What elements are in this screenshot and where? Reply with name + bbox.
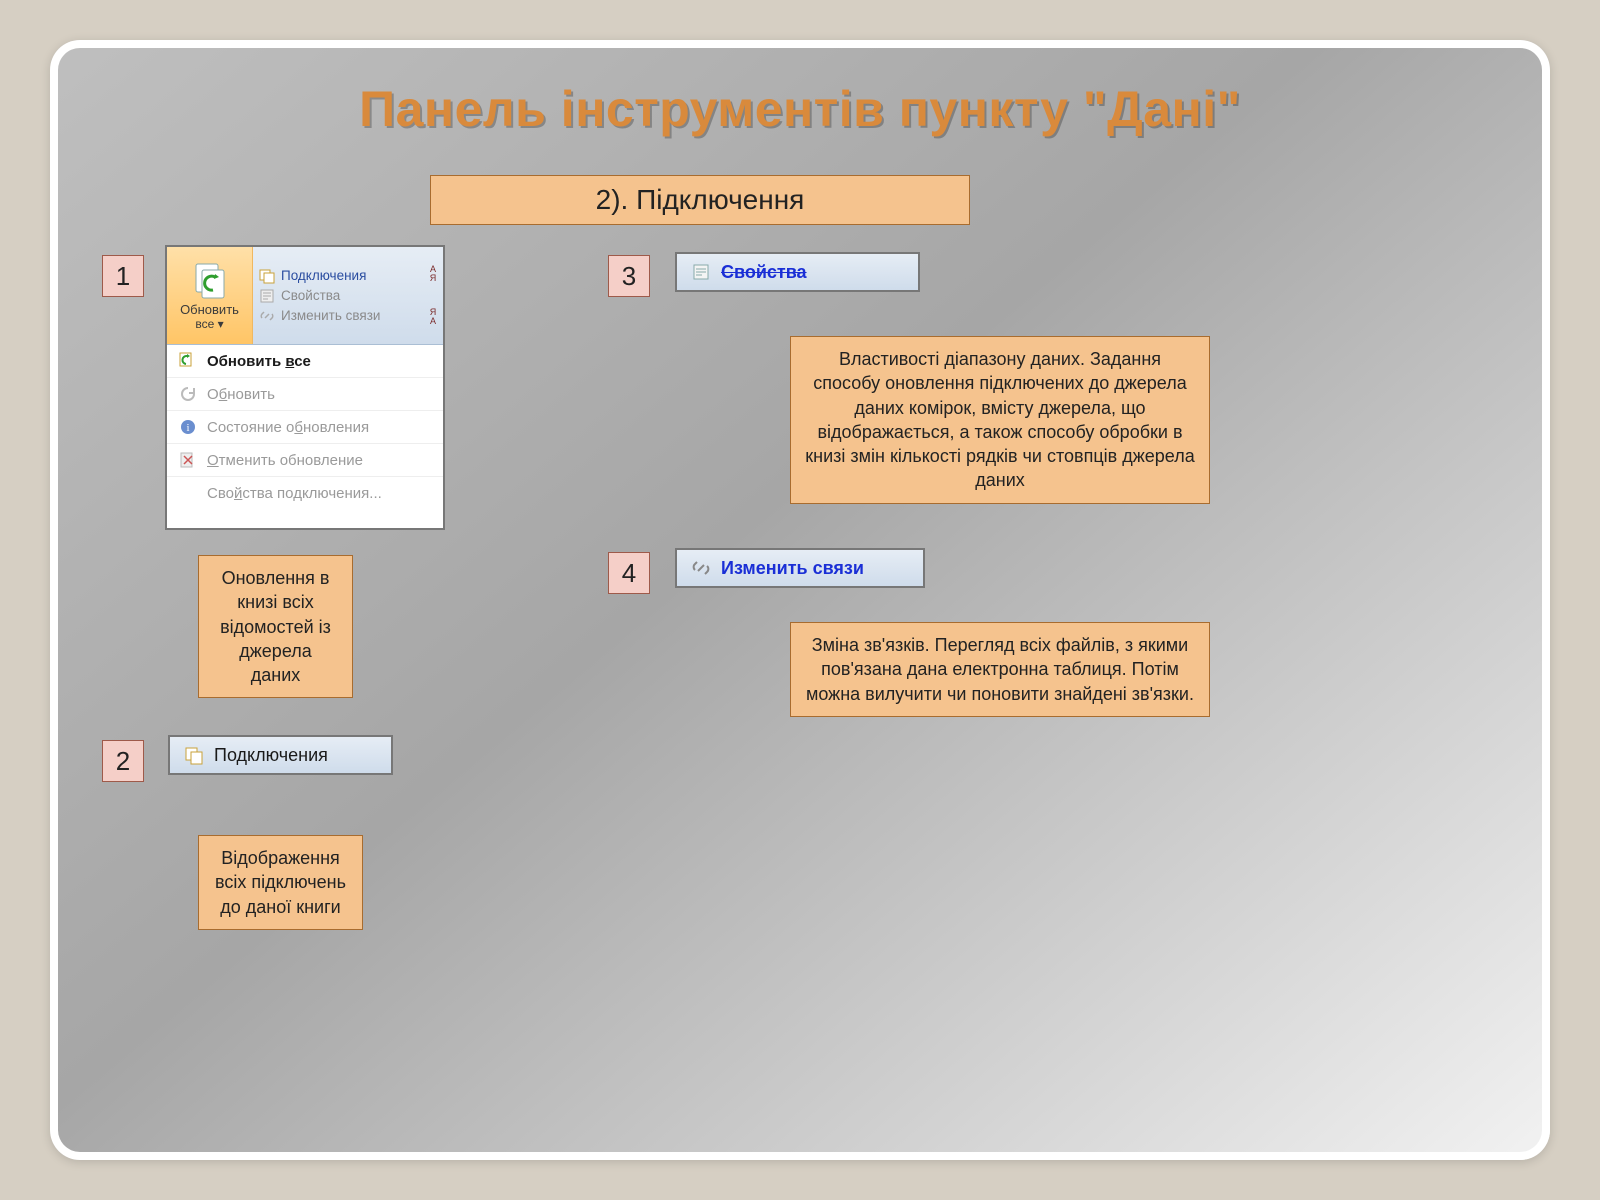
menu-refresh-label: Обновить [207,386,275,403]
sort-za-icon: ЯА [426,308,440,326]
properties-button[interactable]: Свойства [675,252,920,292]
link-icon [691,558,711,578]
menu-connection-properties[interactable]: Свойства подключения... [167,476,443,509]
sort-az-icon: АЯ [426,265,440,283]
ribbon-top: Обновить все ▾ Подключения Свойства [167,247,443,345]
refresh-all-label-2: все ▾ [195,317,223,331]
refresh-menu-icon [179,385,197,403]
badge-3-text: 3 [622,261,636,292]
description-4: Зміна зв'язків. Перегляд всіх файлів, з … [790,622,1210,717]
badge-4: 4 [608,552,650,594]
properties-icon [691,262,711,282]
sort-strip: АЯ ЯА [426,253,440,338]
refresh-dropdown-menu: Обновить все Обновить i Состояние обновл… [167,345,443,509]
menu-cancel-refresh-label: Отменить обновление [207,452,363,469]
connections-icon [259,268,275,284]
subtitle-text: 2). Підключення [596,184,805,216]
connections-button[interactable]: Подключения [168,735,393,775]
badge-1-text: 1 [116,261,130,292]
slide: Панель інструментів пункту "Дані" 2). Пі… [50,40,1550,1160]
menu-refresh-all-label: Обновить все [207,353,311,370]
properties-button-label: Свойства [721,262,807,283]
slide-title: Панель інструментів пункту "Дані" [50,80,1550,138]
badge-2-text: 2 [116,746,130,777]
connections-icon [184,745,204,765]
svg-text:i: i [186,422,189,434]
refresh-all-button[interactable]: Обновить все ▾ [167,247,253,344]
link-icon [259,308,275,324]
edit-links-button[interactable]: Изменить связи [675,548,925,588]
menu-refresh-status[interactable]: i Состояние обновления [167,410,443,443]
refresh-icon [190,260,230,300]
side-edit-links[interactable]: Изменить связи [259,308,437,324]
menu-connection-properties-label: Свойства подключения... [207,485,382,502]
edit-links-button-label: Изменить связи [721,558,864,579]
badge-4-text: 4 [622,558,636,589]
side-connections-label: Подключения [281,268,366,283]
side-connections[interactable]: Подключения [259,268,437,284]
description-3: Властивості діапазону даних. Задання спо… [790,336,1210,504]
menu-cancel-refresh[interactable]: Отменить обновление [167,443,443,476]
badge-2: 2 [102,740,144,782]
cancel-refresh-icon [179,451,197,469]
description-2: Відображення всіх підключень до даної кн… [198,835,363,930]
badge-1: 1 [102,255,144,297]
badge-3: 3 [608,255,650,297]
connections-button-label: Подключения [214,745,328,766]
refresh-all-label-1: Обновить [180,302,239,317]
menu-refresh[interactable]: Обновить [167,377,443,410]
ribbon-connections-group: Обновить все ▾ Подключения Свойства [165,245,445,530]
refresh-all-menu-icon [179,352,197,370]
blank-icon [179,484,197,502]
ribbon-side-buttons: Подключения Свойства Изменить связи [253,247,443,344]
menu-refresh-status-label: Состояние обновления [207,419,369,436]
properties-icon [259,288,275,304]
side-properties-label: Свойства [281,288,340,303]
description-1: Оновлення в книзі всіх відомостей із дже… [198,555,353,698]
side-properties[interactable]: Свойства [259,288,437,304]
side-edit-links-label: Изменить связи [281,308,380,323]
info-icon: i [179,418,197,436]
menu-refresh-all[interactable]: Обновить все [167,345,443,377]
subtitle-box: 2). Підключення [430,175,970,225]
